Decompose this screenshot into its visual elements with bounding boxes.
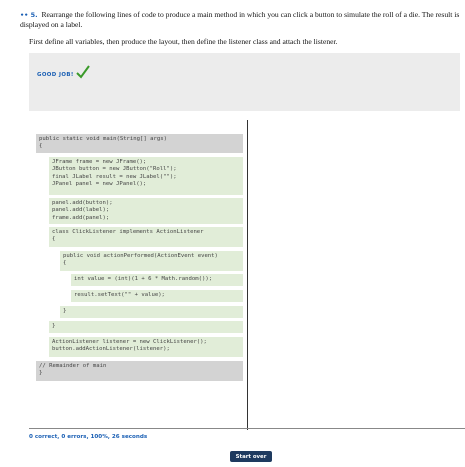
- code-block-variables[interactable]: JFrame frame = new JFrame(); JButton but…: [49, 157, 243, 195]
- code-block-main-header[interactable]: public static void main(String[] args) {: [36, 134, 243, 153]
- code-block-remainder[interactable]: // Remainder of main }: [36, 361, 243, 381]
- code-block-random-value[interactable]: int value = (int)(1 + 6 * Math.random())…: [71, 274, 243, 286]
- code-block-attach-listener[interactable]: ActionListener listener = new ClickListe…: [49, 337, 243, 357]
- status-text: 0 correct, 0 errors, 100%, 26 seconds: [29, 434, 148, 440]
- feedback-label: GOOD JOB!: [37, 72, 74, 78]
- code-block-listener-class[interactable]: class ClickListener implements ActionLis…: [49, 227, 243, 247]
- code-block-layout[interactable]: panel.add(button); panel.add(label); fra…: [49, 198, 243, 224]
- code-block-set-text[interactable]: result.setText("" + value);: [71, 290, 243, 302]
- start-over-button[interactable]: Start over: [230, 451, 272, 462]
- column-divider: [247, 120, 248, 430]
- feedback-panel: GOOD JOB!: [29, 53, 460, 111]
- code-block-action-performed[interactable]: public void actionPerformed(ActionEvent …: [60, 251, 243, 271]
- code-arrangement-area: public static void main(String[] args) {…: [29, 120, 465, 430]
- question-instructions: First define all variables, then produce…: [29, 37, 338, 46]
- question-number: •• 5.: [20, 11, 38, 19]
- code-block-close-class[interactable]: }: [49, 321, 243, 333]
- area-bottom-border: [29, 428, 465, 429]
- code-block-close-method[interactable]: }: [60, 306, 243, 318]
- check-icon: [76, 65, 90, 79]
- question-header: •• 5. Rearrange the following lines of c…: [20, 10, 460, 29]
- question-text: Rearrange the following lines of code to…: [20, 10, 460, 29]
